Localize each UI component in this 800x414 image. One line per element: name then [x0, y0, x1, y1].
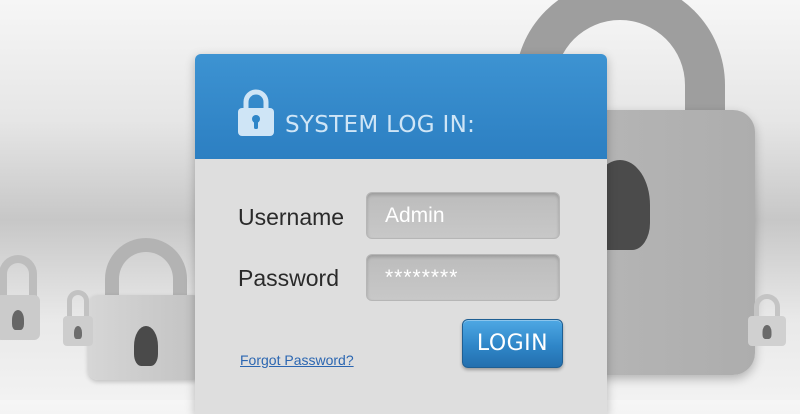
- background-padlock-icon: [88, 238, 203, 380]
- username-label: Username: [238, 204, 345, 230]
- forgot-password-link[interactable]: Forgot Password?: [240, 352, 354, 368]
- background-padlock-icon: [748, 294, 786, 346]
- login-title: SYSTEM LOG IN:: [285, 112, 476, 138]
- padlock-icon: [238, 89, 274, 136]
- background-padlock-icon: [63, 290, 93, 346]
- password-input[interactable]: [366, 254, 560, 301]
- login-button[interactable]: LOGIN: [462, 319, 563, 368]
- background-padlock-icon: [0, 255, 40, 340]
- password-label: Password: [238, 265, 339, 291]
- username-input[interactable]: [366, 192, 560, 239]
- login-panel: SYSTEM LOG IN: Username Password Forgot …: [195, 54, 607, 414]
- login-header: SYSTEM LOG IN:: [195, 54, 607, 159]
